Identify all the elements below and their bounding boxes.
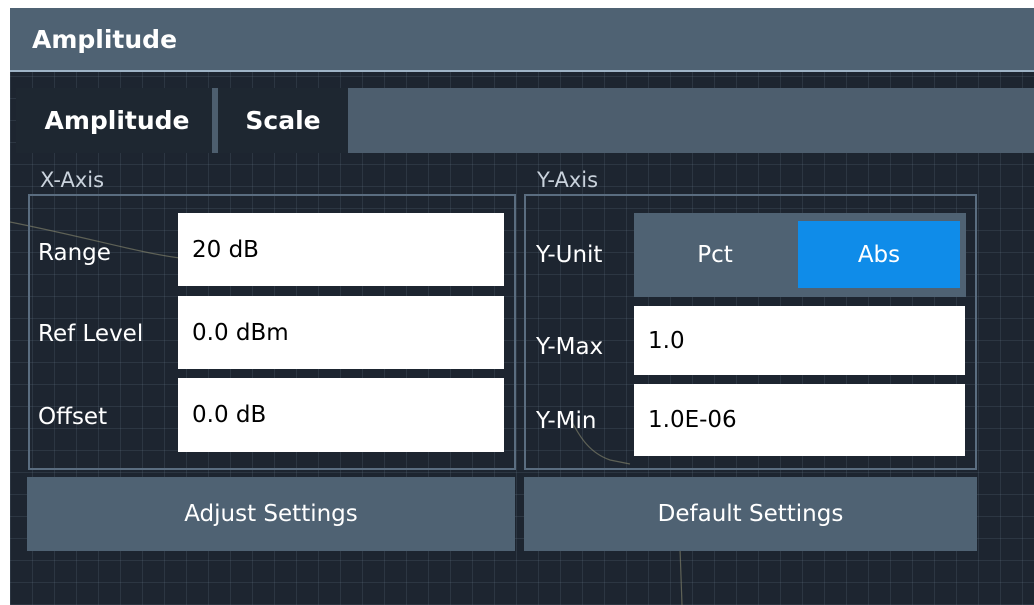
- y-unit-pct-option[interactable]: Pct: [634, 221, 796, 288]
- amplitude-dialog: Amplitude Amplitude Scale X-Axis Range 2…: [10, 8, 1034, 605]
- y-min-value: 1.0E-06: [648, 407, 737, 433]
- adjust-settings-label: Adjust Settings: [184, 501, 358, 527]
- tab-scale-label: Scale: [245, 106, 321, 135]
- title-bar: Amplitude: [10, 8, 1034, 72]
- ref-level-field[interactable]: 0.0 dBm: [178, 296, 504, 369]
- y-unit-pct-label: Pct: [697, 241, 733, 268]
- y-max-label: Y-Max: [536, 334, 604, 360]
- range-field[interactable]: 20 dB: [178, 213, 504, 286]
- ref-level-value: 0.0 dBm: [192, 319, 289, 346]
- tab-scale[interactable]: Scale: [218, 88, 348, 153]
- tab-strip: Amplitude Scale: [16, 88, 1034, 153]
- y-unit-abs-label: Abs: [857, 241, 901, 268]
- y-max-field[interactable]: 1.0: [634, 306, 965, 375]
- y-axis-group-label: Y-Axis: [537, 168, 599, 192]
- dialog-title: Amplitude: [32, 25, 178, 54]
- default-settings-label: Default Settings: [657, 501, 844, 527]
- offset-label: Offset: [38, 404, 108, 430]
- x-axis-group-label: X-Axis: [40, 168, 105, 192]
- offset-field[interactable]: 0.0 dB: [178, 378, 504, 452]
- offset-value: 0.0 dB: [192, 402, 267, 428]
- tab-amplitude-label: Amplitude: [44, 106, 190, 135]
- range-label: Range: [38, 240, 111, 266]
- y-min-field[interactable]: 1.0E-06: [634, 384, 965, 456]
- y-unit-abs-option[interactable]: Abs: [798, 221, 960, 288]
- y-unit-label: Y-Unit: [536, 242, 603, 268]
- adjust-settings-button[interactable]: Adjust Settings: [27, 477, 515, 551]
- range-value: 20 dB: [192, 236, 259, 263]
- y-max-value: 1.0: [648, 327, 685, 354]
- y-unit-toggle: Pct Abs: [634, 213, 966, 297]
- y-min-label: Y-Min: [536, 408, 597, 434]
- ref-level-label: Ref Level: [38, 321, 144, 347]
- default-settings-button[interactable]: Default Settings: [524, 477, 977, 551]
- tab-amplitude[interactable]: Amplitude: [16, 88, 218, 153]
